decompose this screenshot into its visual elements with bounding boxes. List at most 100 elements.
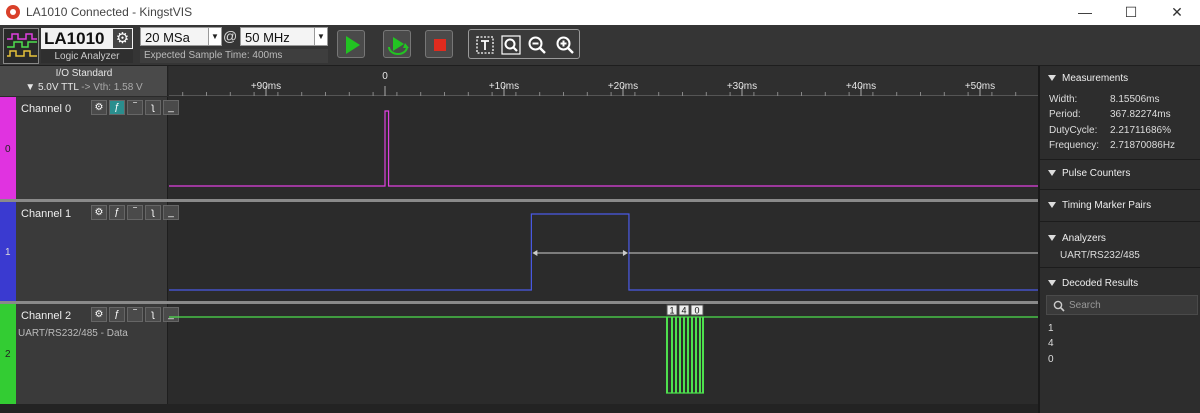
channel-name[interactable]: Channel 1 [21,208,71,220]
analyzers-section: Analyzers UART/RS232/485 [1040,222,1200,268]
timing-markers-header[interactable]: Timing Marker Pairs [1048,200,1151,211]
device-settings-gear-icon[interactable]: ⚙ [113,29,132,48]
measure-value: 367.82274ms [1110,109,1171,120]
measurements-title: Measurements [1062,73,1129,84]
io-standard-header[interactable]: I/O Standard ▼ 5.0V TTL -> Vth: 1.58 V [0,66,168,96]
trigger-high-icon[interactable]: ‾ [127,307,143,322]
channel-name[interactable]: Channel 2 [21,310,71,322]
decoded-bytes: 1 4 0 [666,304,704,316]
triangle-down-icon [1048,202,1056,209]
decoded-value: 0 [694,306,699,316]
triangle-down-icon [1048,75,1056,82]
pulse-counters-section: Pulse Counters [1040,160,1200,190]
channel-0-waveform[interactable] [169,97,1038,199]
minimize-button[interactable]: — [1062,0,1108,25]
timing-markers-section: Timing Marker Pairs [1040,190,1200,222]
measurements-section: Measurements Width: 8.15506ms Period: 36… [1040,66,1200,160]
zoom-fit-icon [501,35,521,55]
search-icon [1053,300,1065,312]
io-standard-level: 5.0V TTL [37,82,79,93]
stop-icon [434,39,446,51]
analyzer-item[interactable]: UART/RS232/485 [1060,250,1140,261]
channel-1-waveform[interactable] [169,202,1038,301]
analyzers-header[interactable]: Analyzers [1048,233,1106,244]
measurements-header[interactable]: Measurements [1048,73,1128,84]
decoded-result-item[interactable]: 4 [1048,338,1054,349]
measure-label: Width: [1049,94,1078,105]
burst-bit [671,317,673,393]
close-button[interactable]: ✕ [1154,0,1200,25]
trigger-high-icon[interactable]: ‾ [127,205,143,220]
channel-index: 0 [5,144,11,155]
waveform-trace [169,110,1038,187]
decoded-results-header[interactable]: Decoded Results [1048,278,1138,289]
horizontal-scrollbar[interactable] [0,404,1038,413]
pulse-counters-header[interactable]: Pulse Counters [1048,168,1130,179]
decoded-result-item[interactable]: 1 [1048,323,1054,334]
time-ruler-svg: +90ms 0 +10ms +20ms +30ms +40ms +50ms [182,71,1017,96]
gear-icon[interactable]: ⚙ [91,307,107,322]
channel-index: 1 [5,247,11,258]
zoom-fit-button[interactable] [501,35,521,55]
gear-icon[interactable]: ⚙ [91,100,107,115]
decoded-search-input[interactable]: Search [1046,295,1198,315]
time-ruler[interactable]: +90ms 0 +10ms +20ms +30ms +40ms +50ms [169,66,1038,96]
burst-bit [687,317,689,393]
ruler-tick-label: +90ms [251,81,281,92]
text-tool-button[interactable] [475,35,495,55]
device-waveform-icon[interactable] [3,28,39,64]
channel-label-panel: 1 Channel 1 ⚙ ƒ ‾ ʅ _ [0,202,179,301]
text-icon [476,36,494,54]
pulse-counters-title: Pulse Counters [1062,168,1131,179]
zoom-out-icon [528,36,546,54]
channel-trigger-tools: ⚙ ƒ ‾ ʅ _ [91,205,179,220]
measure-label: Frequency: [1049,140,1100,151]
zoom-out-button[interactable] [527,35,547,55]
title-bar: LA1010 Connected - KingstVIS — ☐ ✕ [0,0,1200,25]
trigger-falling-icon[interactable]: ʅ [145,307,161,322]
burst-bit [666,317,668,393]
decoded-result-item[interactable]: 0 [1048,354,1054,365]
sample-depth-select[interactable]: 20 MSa ▼ [140,27,222,46]
maximize-button[interactable]: ☐ [1108,0,1154,25]
app-window: LA1010 Connected - KingstVIS — ☐ ✕ LA101… [0,0,1200,413]
trigger-rising-icon[interactable]: ƒ [109,205,125,220]
decoded-results-title: Decoded Results [1062,278,1139,289]
ruler-tick-label: +40ms [846,81,876,92]
ruler-tick-label: +20ms [608,81,638,92]
stop-button[interactable] [425,30,453,58]
trigger-any-edge-icon[interactable]: ƒ [109,100,125,115]
burst-bit [691,317,693,393]
ruler-tick-label: 0 [382,71,388,82]
channel-name[interactable]: Channel 0 [21,103,71,115]
uart-burst [666,317,704,394]
burst-bit [699,317,701,393]
zoom-toolbar [468,29,580,59]
sample-depth-value: 20 MSa [145,30,190,45]
channel-label-panel: 2 Channel 2 UART/RS232/485 - Data ⚙ ƒ ‾ … [0,304,179,404]
io-standard-value: ▼ 5.0V TTL -> Vth: 1.58 V [0,82,168,93]
trigger-falling-icon[interactable]: ʅ [145,205,161,220]
decoded-value: 4 [681,306,686,316]
right-panel: Measurements Width: 8.15506ms Period: 36… [1038,66,1200,413]
trigger-falling-icon[interactable]: ʅ [145,100,161,115]
burst-bit [702,317,704,393]
triangle-down-icon: ▼ [25,82,36,93]
kingst-logo-icon [6,5,20,19]
waveform-trace [169,213,1038,291]
measure-value: 2.71870086Hz [1110,140,1176,151]
expected-sample-time: Expected Sample Time: 400ms [140,49,328,63]
trigger-high-icon[interactable]: ‾ [127,100,143,115]
trigger-rising-icon[interactable]: ƒ [109,307,125,322]
channel-label-panel: 0 Channel 0 ⚙ ƒ ‾ ʅ _ [0,97,179,199]
start-button[interactable] [337,30,365,58]
zoom-in-button[interactable] [555,35,575,55]
channel-trigger-tools: ⚙ ƒ ‾ ʅ _ [91,100,179,115]
loop-capture-button[interactable] [383,30,411,58]
measure-value: 2.21711686% [1110,125,1171,136]
sample-rate-select[interactable]: 50 MHz ▼ [240,27,328,46]
channel-2-waveform[interactable]: 1 4 0 [169,304,1038,404]
measure-label: Period: [1049,109,1081,120]
decoded-value: 1 [669,306,674,316]
gear-icon[interactable]: ⚙ [91,205,107,220]
